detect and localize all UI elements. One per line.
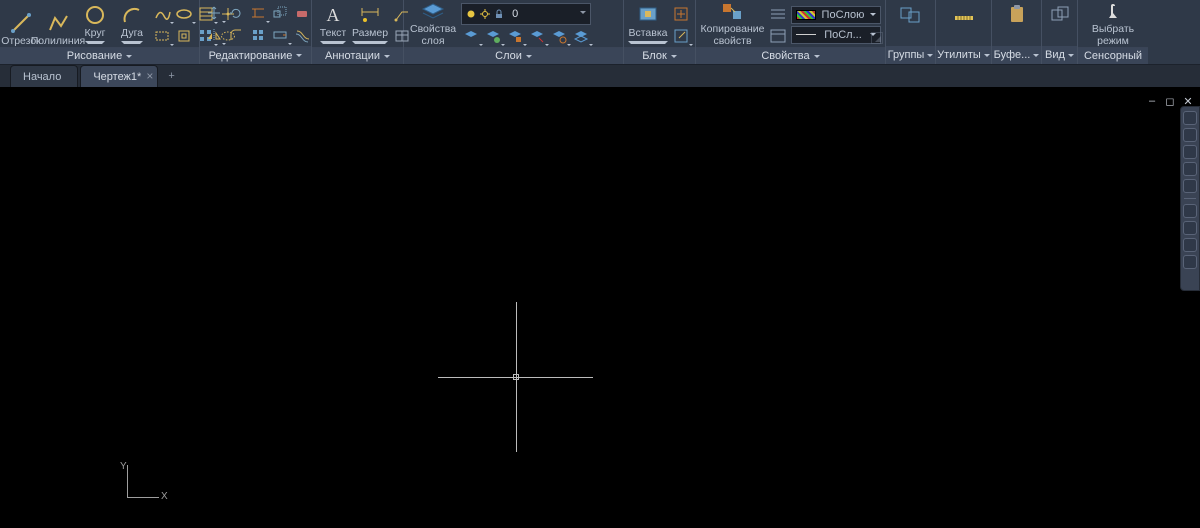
lock-icon	[494, 9, 504, 19]
nav-slot[interactable]	[1183, 204, 1197, 218]
block-create-icon[interactable]	[671, 4, 691, 24]
layer-util-4[interactable]	[527, 26, 547, 46]
ucs-icon: Y X	[119, 465, 161, 507]
layer-util-3[interactable]	[505, 26, 525, 46]
fillet-icon[interactable]	[226, 25, 246, 45]
panel-touch: Выбрать режим Сенсорный	[1078, 0, 1148, 64]
scale-icon[interactable]	[270, 3, 290, 23]
groups-icon	[897, 2, 925, 26]
layer-properties-button[interactable]: Свойства слоя	[408, 2, 458, 47]
insert-block-button[interactable]: Вставка	[628, 2, 668, 47]
panel-layers: Свойства слоя 0	[404, 0, 624, 64]
nav-slot[interactable]	[1183, 128, 1197, 142]
nav-slot[interactable]	[1183, 238, 1197, 252]
panel-edit: Редактирование	[200, 0, 312, 64]
sun-icon	[480, 9, 490, 19]
explode-icon[interactable]	[248, 25, 268, 45]
panel-annot-title[interactable]: Аннотации	[312, 47, 403, 64]
close-icon[interactable]: ×	[146, 69, 153, 83]
nav-slot[interactable]	[1183, 221, 1197, 235]
panel-block: Вставка Блок	[624, 0, 696, 64]
svg-text:A: A	[327, 5, 340, 25]
tool-circle[interactable]: Круг	[78, 2, 112, 47]
crosshair-pickbox	[513, 374, 519, 380]
layer-util-5[interactable]	[549, 26, 569, 46]
panel-touch-title: Сенсорный	[1078, 47, 1148, 64]
panel-view[interactable]: Вид	[1042, 0, 1078, 64]
ribbon: Отрезок Полилиния Круг Дуга	[0, 0, 1200, 65]
panel-properties: Копирование свойств ПоСлою ПоСл...	[696, 0, 886, 64]
maximize-icon[interactable]: ◻	[1164, 95, 1176, 108]
properties-dialog-launcher[interactable]	[871, 32, 883, 44]
lineweight-combo[interactable]: ПоСл...	[791, 26, 881, 44]
drawing-canvas[interactable]: – ◻ ✕ Y X	[0, 88, 1200, 528]
panel-draw-title[interactable]: Рисование	[0, 47, 199, 64]
nav-slot[interactable]	[1183, 255, 1197, 269]
tab-add[interactable]: +	[160, 65, 182, 87]
utilities-icon	[950, 2, 978, 26]
panel-utilities-title[interactable]: Утилиты	[936, 46, 991, 64]
block-edit-icon[interactable]	[671, 26, 691, 46]
layer-util-2[interactable]	[483, 26, 503, 46]
mirror-icon[interactable]	[204, 25, 224, 45]
edit-tools	[204, 3, 312, 45]
touch-mode-button[interactable]: Выбрать режим	[1083, 2, 1143, 47]
panel-layers-title[interactable]: Слои	[404, 47, 623, 64]
panel-properties-title[interactable]: Свойства	[696, 47, 885, 64]
panel-annot: A Текст Размер Аннотации	[312, 0, 404, 64]
clipboard-icon	[1003, 2, 1031, 26]
current-layer-combo[interactable]: 0	[461, 3, 591, 25]
layer-name-label: 0	[508, 8, 576, 20]
document-tabbar: Начало Чертеж1* × +	[0, 65, 1200, 88]
nav-slot[interactable]	[1183, 145, 1197, 159]
panel-block-title[interactable]: Блок	[624, 47, 695, 64]
tab-drawing1[interactable]: Чертеж1* ×	[80, 65, 158, 87]
ucs-x-label: X	[161, 491, 168, 502]
tool-dimension[interactable]: Размер	[353, 2, 387, 47]
panel-view-title[interactable]: Вид	[1042, 46, 1077, 64]
tool-region-icon[interactable]	[174, 26, 194, 46]
move-icon[interactable]	[204, 3, 224, 23]
offset-icon[interactable]	[292, 25, 312, 45]
panel-groups-title[interactable]: Группы	[886, 46, 935, 64]
layer-util-1[interactable]	[461, 26, 481, 46]
tool-rect-icon[interactable]	[152, 26, 172, 46]
panel-draw: Отрезок Полилиния Круг Дуга	[0, 0, 200, 64]
tool-spline-icon[interactable]	[152, 4, 172, 24]
tab-start[interactable]: Начало	[10, 65, 78, 87]
nav-slot[interactable]	[1183, 111, 1197, 125]
panel-edit-title[interactable]: Редактирование	[200, 46, 311, 64]
rotate-icon[interactable]	[226, 3, 246, 23]
erase-icon[interactable]	[292, 3, 312, 23]
view-icon	[1046, 2, 1074, 26]
panel-utilities[interactable]: Утилиты	[936, 0, 992, 64]
tool-arc[interactable]: Дуга	[115, 2, 149, 47]
panel-clipboard-title[interactable]: Буфе...	[992, 46, 1041, 64]
stretch-icon[interactable]	[270, 25, 290, 45]
layer-util-6[interactable]	[571, 26, 591, 46]
tool-text[interactable]: A Текст	[316, 2, 350, 47]
props-listview-icon[interactable]	[768, 4, 788, 24]
panel-clipboard[interactable]: Буфе...	[992, 0, 1042, 64]
color-combo[interactable]: ПоСлою	[791, 6, 881, 24]
trim-icon[interactable]	[248, 3, 268, 23]
tool-polyline[interactable]: Полилиния	[41, 2, 75, 47]
panel-groups[interactable]: Группы	[886, 0, 936, 64]
tool-ellipse-icon[interactable]	[174, 4, 194, 24]
navigation-bar[interactable]	[1180, 106, 1200, 291]
bulb-icon	[466, 9, 476, 19]
props-palette-icon[interactable]	[768, 26, 788, 46]
minimize-icon[interactable]: –	[1146, 95, 1158, 108]
ucs-y-label: Y	[120, 461, 127, 472]
nav-slot[interactable]	[1183, 162, 1197, 176]
color-swatch	[796, 10, 816, 20]
nav-slot[interactable]	[1183, 179, 1197, 193]
match-properties-button[interactable]: Копирование свойств	[700, 2, 765, 47]
